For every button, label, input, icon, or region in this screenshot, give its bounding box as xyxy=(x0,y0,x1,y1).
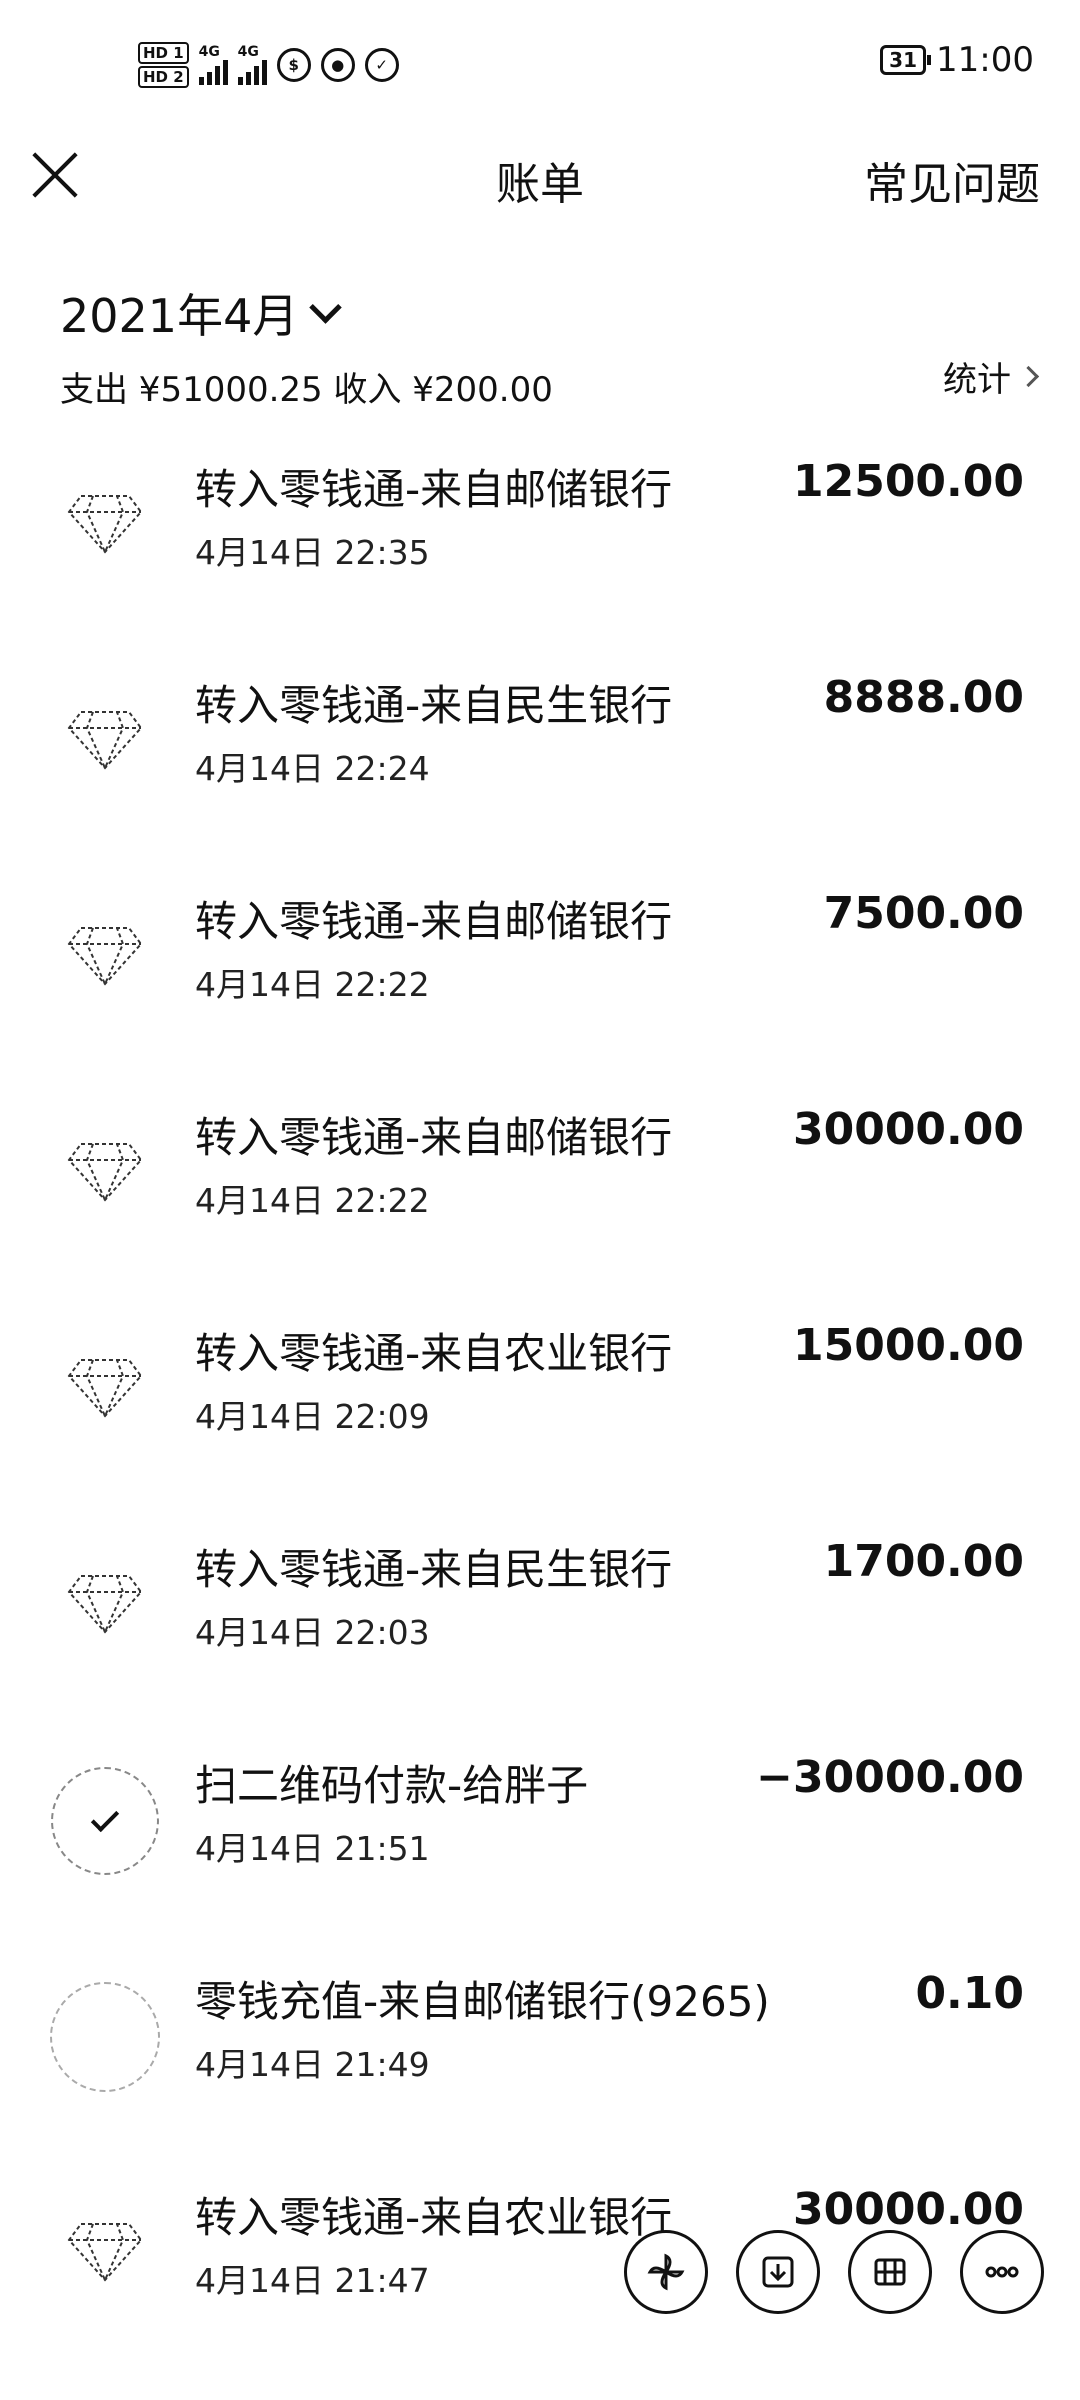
transaction-amount: 12500.00 xyxy=(792,456,1024,507)
diamond-icon xyxy=(65,1352,145,1426)
transaction-title: 零钱充值-来自邮储银行(9265) xyxy=(195,1977,770,2026)
payment-app-icon: $ xyxy=(276,48,311,82)
floating-action-bar xyxy=(624,2230,1044,2314)
transaction-icon xyxy=(50,2198,160,2308)
transaction-icon xyxy=(50,470,160,580)
transaction-amount: 1700.00 xyxy=(823,1536,1024,1587)
transaction-row[interactable]: 扫二维码付款-给胖子 4月14日 21:51 −30000.00 xyxy=(0,1726,1080,1942)
transaction-title: 转入零钱通-来自民生银行 xyxy=(195,681,673,730)
wechat-icon: ● xyxy=(320,48,355,82)
status-bar: HD 1 HD 2 4G 4G $ ● ✓ 31 11:00 xyxy=(0,0,1080,130)
transaction-title: 转入零钱通-来自民生银行 xyxy=(195,1545,673,1594)
transaction-time: 4月14日 22:03 xyxy=(195,1613,430,1652)
transaction-title: 转入零钱通-来自邮储银行 xyxy=(195,897,673,946)
transaction-list: 转入零钱通-来自邮储银行 4月14日 22:35 12500.00 转入零钱通-来自民… xyxy=(0,430,1080,2374)
diamond-icon xyxy=(65,2216,145,2290)
transaction-row[interactable]: 转入零钱通-来自民生银行 4月14日 22:24 8888.00 xyxy=(0,646,1080,862)
transaction-row[interactable]: 零钱充值-来自邮储银行(9265) 4月14日 21:49 0.10 xyxy=(0,1942,1080,2158)
transaction-amount: 8888.00 xyxy=(823,672,1024,723)
transaction-amount: 30000.00 xyxy=(792,1104,1024,1155)
hd-sim2-icon: HD 2 xyxy=(138,66,189,88)
transaction-icon xyxy=(50,686,160,796)
pinwheel-icon[interactable] xyxy=(624,2230,708,2314)
transaction-amount: 15000.00 xyxy=(792,1320,1024,1371)
status-time: 11:00 xyxy=(936,40,1034,80)
transaction-time: 4月14日 21:47 xyxy=(195,2261,430,2300)
chevron-right-icon xyxy=(1017,365,1040,388)
transaction-icon xyxy=(50,1766,160,1876)
transaction-row[interactable]: 转入零钱通-来自农业银行 4月14日 22:09 15000.00 xyxy=(0,1294,1080,1510)
signal-sim1-icon: 4G xyxy=(198,45,228,85)
transaction-row[interactable]: 转入零钱通-来自民生银行 4月14日 22:03 1700.00 xyxy=(0,1510,1080,1726)
battery-icon: 31 xyxy=(880,45,931,75)
status-icons: HD 1 HD 2 4G 4G $ ● ✓ xyxy=(138,30,399,100)
transaction-time: 4月14日 22:09 xyxy=(195,1397,430,1436)
transaction-title: 转入零钱通-来自农业银行 xyxy=(195,2193,673,2242)
wallet-icon xyxy=(50,1982,160,2092)
transaction-row[interactable]: 转入零钱通-来自邮储银行 4月14日 22:22 30000.00 xyxy=(0,1078,1080,1294)
hd-sim1-icon: HD 1 xyxy=(138,42,189,64)
transaction-row[interactable]: 转入零钱通-来自邮储银行 4月14日 22:22 7500.00 xyxy=(0,862,1080,1078)
month-selector[interactable]: 2021年4月 xyxy=(60,280,343,346)
transaction-time: 4月14日 22:22 xyxy=(195,1181,430,1220)
transaction-amount: 30000.00 xyxy=(792,2184,1024,2235)
shield-icon: ✓ xyxy=(364,48,399,82)
signal-sim2-icon: 4G xyxy=(237,45,267,85)
qr-pay-icon xyxy=(51,1767,159,1875)
transaction-amount: 0.10 xyxy=(915,1968,1024,2019)
more-icon[interactable] xyxy=(960,2230,1044,2314)
transaction-title: 扫二维码付款-给胖子 xyxy=(195,1761,589,1810)
transaction-time: 4月14日 21:49 xyxy=(195,2045,430,2084)
stats-label: 统计 xyxy=(943,360,1011,400)
diamond-icon xyxy=(65,920,145,994)
nav-bar: 账单 常见问题 xyxy=(0,130,1080,230)
month-label: 2021年4月 xyxy=(60,289,299,343)
transaction-title: 转入零钱通-来自农业银行 xyxy=(195,1329,673,1378)
transaction-title: 转入零钱通-来自邮储银行 xyxy=(195,465,673,514)
hd-indicators: HD 1 HD 2 xyxy=(138,42,189,88)
transaction-time: 4月14日 22:22 xyxy=(195,965,430,1004)
transaction-title: 转入零钱通-来自邮储银行 xyxy=(195,1113,673,1162)
transaction-time: 4月14日 22:24 xyxy=(195,749,430,788)
transaction-amount: 7500.00 xyxy=(823,888,1024,939)
faq-link[interactable]: 常见问题 xyxy=(864,148,1040,212)
diamond-icon xyxy=(65,1136,145,1210)
transaction-icon xyxy=(50,1334,160,1444)
stats-link[interactable]: 统计 xyxy=(943,352,1040,401)
download-icon[interactable] xyxy=(736,2230,820,2314)
transaction-icon xyxy=(50,1550,160,1660)
transaction-icon xyxy=(50,1982,160,2092)
diamond-icon xyxy=(65,704,145,778)
month-summary: 支出 ¥51000.25 收入 ¥200.00 xyxy=(60,370,553,410)
transaction-time: 4月14日 22:35 xyxy=(195,533,430,572)
transaction-row[interactable]: 转入零钱通-来自邮储银行 4月14日 22:35 12500.00 xyxy=(0,430,1080,646)
transaction-icon xyxy=(50,902,160,1012)
transaction-time: 4月14日 21:51 xyxy=(195,1829,430,1868)
chevron-down-icon xyxy=(309,290,343,324)
transaction-icon xyxy=(50,1118,160,1228)
diamond-icon xyxy=(65,488,145,562)
transaction-amount: −30000.00 xyxy=(756,1752,1024,1803)
grid-icon[interactable] xyxy=(848,2230,932,2314)
diamond-icon xyxy=(65,1568,145,1642)
status-right: 31 11:00 xyxy=(880,40,1034,80)
